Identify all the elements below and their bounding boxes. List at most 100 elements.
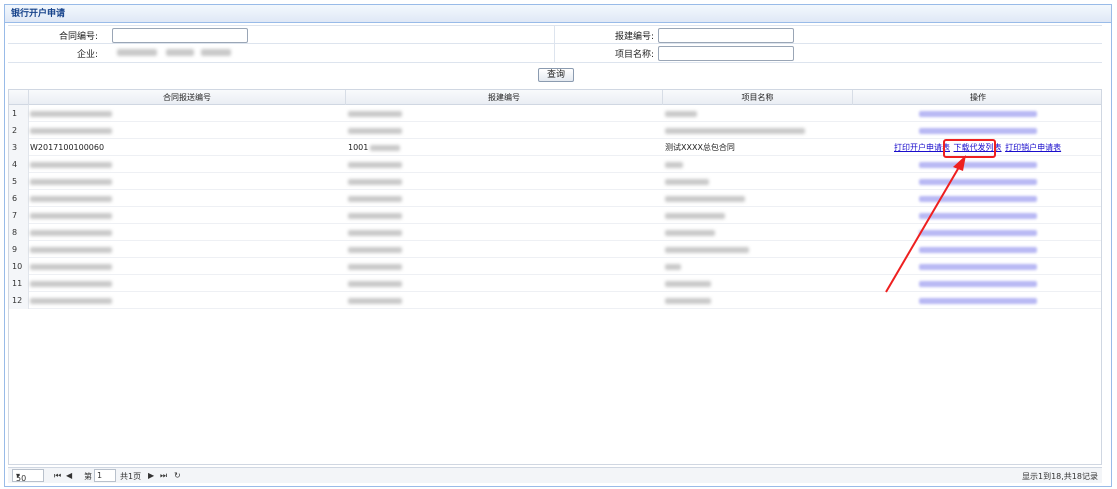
report-no-input[interactable] bbox=[658, 28, 794, 43]
action-links[interactable] bbox=[853, 156, 1103, 173]
report-no-cell bbox=[346, 122, 663, 139]
row-number: 9 bbox=[9, 241, 29, 258]
table-row[interactable]: 2 bbox=[9, 122, 1101, 139]
redacted-text bbox=[30, 195, 112, 202]
project-name-cell bbox=[663, 241, 853, 258]
action-links[interactable] bbox=[853, 224, 1103, 241]
redacted-text bbox=[919, 195, 1037, 202]
report-no-cell bbox=[346, 275, 663, 292]
redacted-text bbox=[919, 280, 1037, 287]
table-row[interactable]: 4 bbox=[9, 156, 1101, 173]
project-name-input[interactable] bbox=[658, 46, 794, 61]
redacted-text bbox=[665, 161, 683, 168]
redacted-text bbox=[665, 263, 681, 270]
row-number: 4 bbox=[9, 156, 29, 173]
column-header-actions[interactable]: 操作 bbox=[853, 90, 1103, 105]
redacted-text bbox=[348, 229, 402, 236]
table-row[interactable]: 1 bbox=[9, 105, 1101, 122]
action-links[interactable] bbox=[853, 275, 1103, 292]
next-page-icon[interactable]: ▶ bbox=[148, 471, 154, 480]
redacted-text bbox=[30, 110, 112, 117]
company-field[interactable] bbox=[112, 46, 248, 61]
report-no-cell: 1001 bbox=[346, 139, 663, 156]
redacted-text bbox=[117, 49, 157, 56]
table-row[interactable]: 6 bbox=[9, 190, 1101, 207]
action-links[interactable] bbox=[853, 190, 1103, 207]
table-row[interactable]: 10 bbox=[9, 258, 1101, 275]
contract-no-label: 合同编号: bbox=[58, 32, 98, 42]
action-links[interactable] bbox=[853, 122, 1103, 139]
table-row[interactable]: 11 bbox=[9, 275, 1101, 292]
action-links[interactable] bbox=[853, 207, 1103, 224]
contract-report-no-cell bbox=[29, 207, 346, 224]
record-summary: 显示1到18,共18记录 bbox=[1022, 472, 1098, 481]
contract-no-input[interactable] bbox=[112, 28, 248, 43]
redacted-text bbox=[30, 246, 112, 253]
redacted-text bbox=[348, 127, 402, 134]
contract-report-no-cell bbox=[29, 275, 346, 292]
prev-page-icon[interactable]: ◀ bbox=[66, 471, 72, 480]
table-row[interactable]: 8 bbox=[9, 224, 1101, 241]
redacted-text bbox=[30, 229, 112, 236]
contract-report-no-cell bbox=[29, 105, 346, 122]
row-number: 11 bbox=[9, 275, 29, 292]
report-no-cell bbox=[346, 207, 663, 224]
project-name-cell bbox=[663, 190, 853, 207]
page-size-select[interactable]: 50 ▾ bbox=[12, 469, 44, 483]
redacted-text bbox=[919, 229, 1037, 236]
highlight-box bbox=[943, 139, 996, 158]
redacted-text bbox=[348, 212, 402, 219]
column-header-report-no[interactable]: 报建编号 bbox=[346, 90, 663, 105]
redacted-text bbox=[348, 178, 402, 185]
redacted-text bbox=[30, 280, 112, 287]
column-header-contract-report-no[interactable]: 合同报送编号 bbox=[29, 90, 346, 105]
table-row[interactable]: 3 W2017100100060 1001 测试XXXX总包合同 打印开户申请表… bbox=[9, 139, 1101, 156]
project-name-cell bbox=[663, 105, 853, 122]
redacted-text bbox=[919, 110, 1037, 117]
search-row-1: 合同编号: 报建编号: bbox=[8, 25, 1102, 44]
action-links[interactable] bbox=[853, 241, 1103, 258]
action-links[interactable] bbox=[853, 173, 1103, 190]
column-header-project-name[interactable]: 项目名称 bbox=[663, 90, 853, 105]
redacted-text bbox=[165, 49, 194, 56]
redacted-text bbox=[665, 195, 745, 202]
redacted-text bbox=[30, 161, 112, 168]
redacted-text bbox=[348, 280, 402, 287]
redacted-text bbox=[919, 263, 1037, 270]
last-page-icon[interactable]: ⏭ bbox=[160, 471, 167, 481]
project-name-cell bbox=[663, 156, 853, 173]
redacted-text bbox=[665, 297, 711, 304]
query-button[interactable]: 查询 bbox=[538, 68, 574, 82]
project-name-cell bbox=[663, 275, 853, 292]
print-open-application-link[interactable]: 打印开户申请表 bbox=[894, 143, 950, 152]
print-close-application-link[interactable]: 打印销户申请表 bbox=[1005, 143, 1061, 152]
project-name-cell: 测试XXXX总包合同 bbox=[665, 143, 735, 152]
table-row[interactable]: 5 bbox=[9, 173, 1101, 190]
page-size-value: 50 bbox=[16, 474, 27, 483]
row-number: 10 bbox=[9, 258, 29, 275]
row-number: 1 bbox=[9, 105, 29, 122]
redacted-text bbox=[919, 127, 1037, 134]
project-name-cell bbox=[663, 173, 853, 190]
pagination-bar: 50 ▾ ⏮ ◀ 第 1 共1页 ▶ ⏭ ↻ 显示1到18,共18记录 bbox=[8, 467, 1102, 483]
action-links[interactable] bbox=[853, 258, 1103, 275]
redacted-text bbox=[348, 263, 402, 270]
contract-report-no-cell bbox=[29, 258, 346, 275]
refresh-icon[interactable]: ↻ bbox=[174, 471, 181, 480]
report-no-cell bbox=[346, 292, 663, 309]
table-row[interactable]: 7 bbox=[9, 207, 1101, 224]
company-label: 企业: bbox=[76, 50, 98, 60]
contract-report-no-cell bbox=[29, 241, 346, 258]
first-page-icon[interactable]: ⏮ bbox=[54, 471, 61, 481]
action-links[interactable] bbox=[853, 105, 1103, 122]
table-row[interactable]: 9 bbox=[9, 241, 1101, 258]
report-no-label: 报建编号: bbox=[614, 32, 654, 42]
page-number-input[interactable]: 1 bbox=[94, 469, 116, 482]
table-row[interactable]: 12 bbox=[9, 292, 1101, 309]
contract-report-no-cell bbox=[29, 122, 346, 139]
redacted-text bbox=[348, 246, 402, 253]
report-no-cell bbox=[346, 156, 663, 173]
action-links[interactable] bbox=[853, 292, 1103, 309]
redacted-text bbox=[30, 263, 112, 270]
redacted-text bbox=[348, 110, 402, 117]
